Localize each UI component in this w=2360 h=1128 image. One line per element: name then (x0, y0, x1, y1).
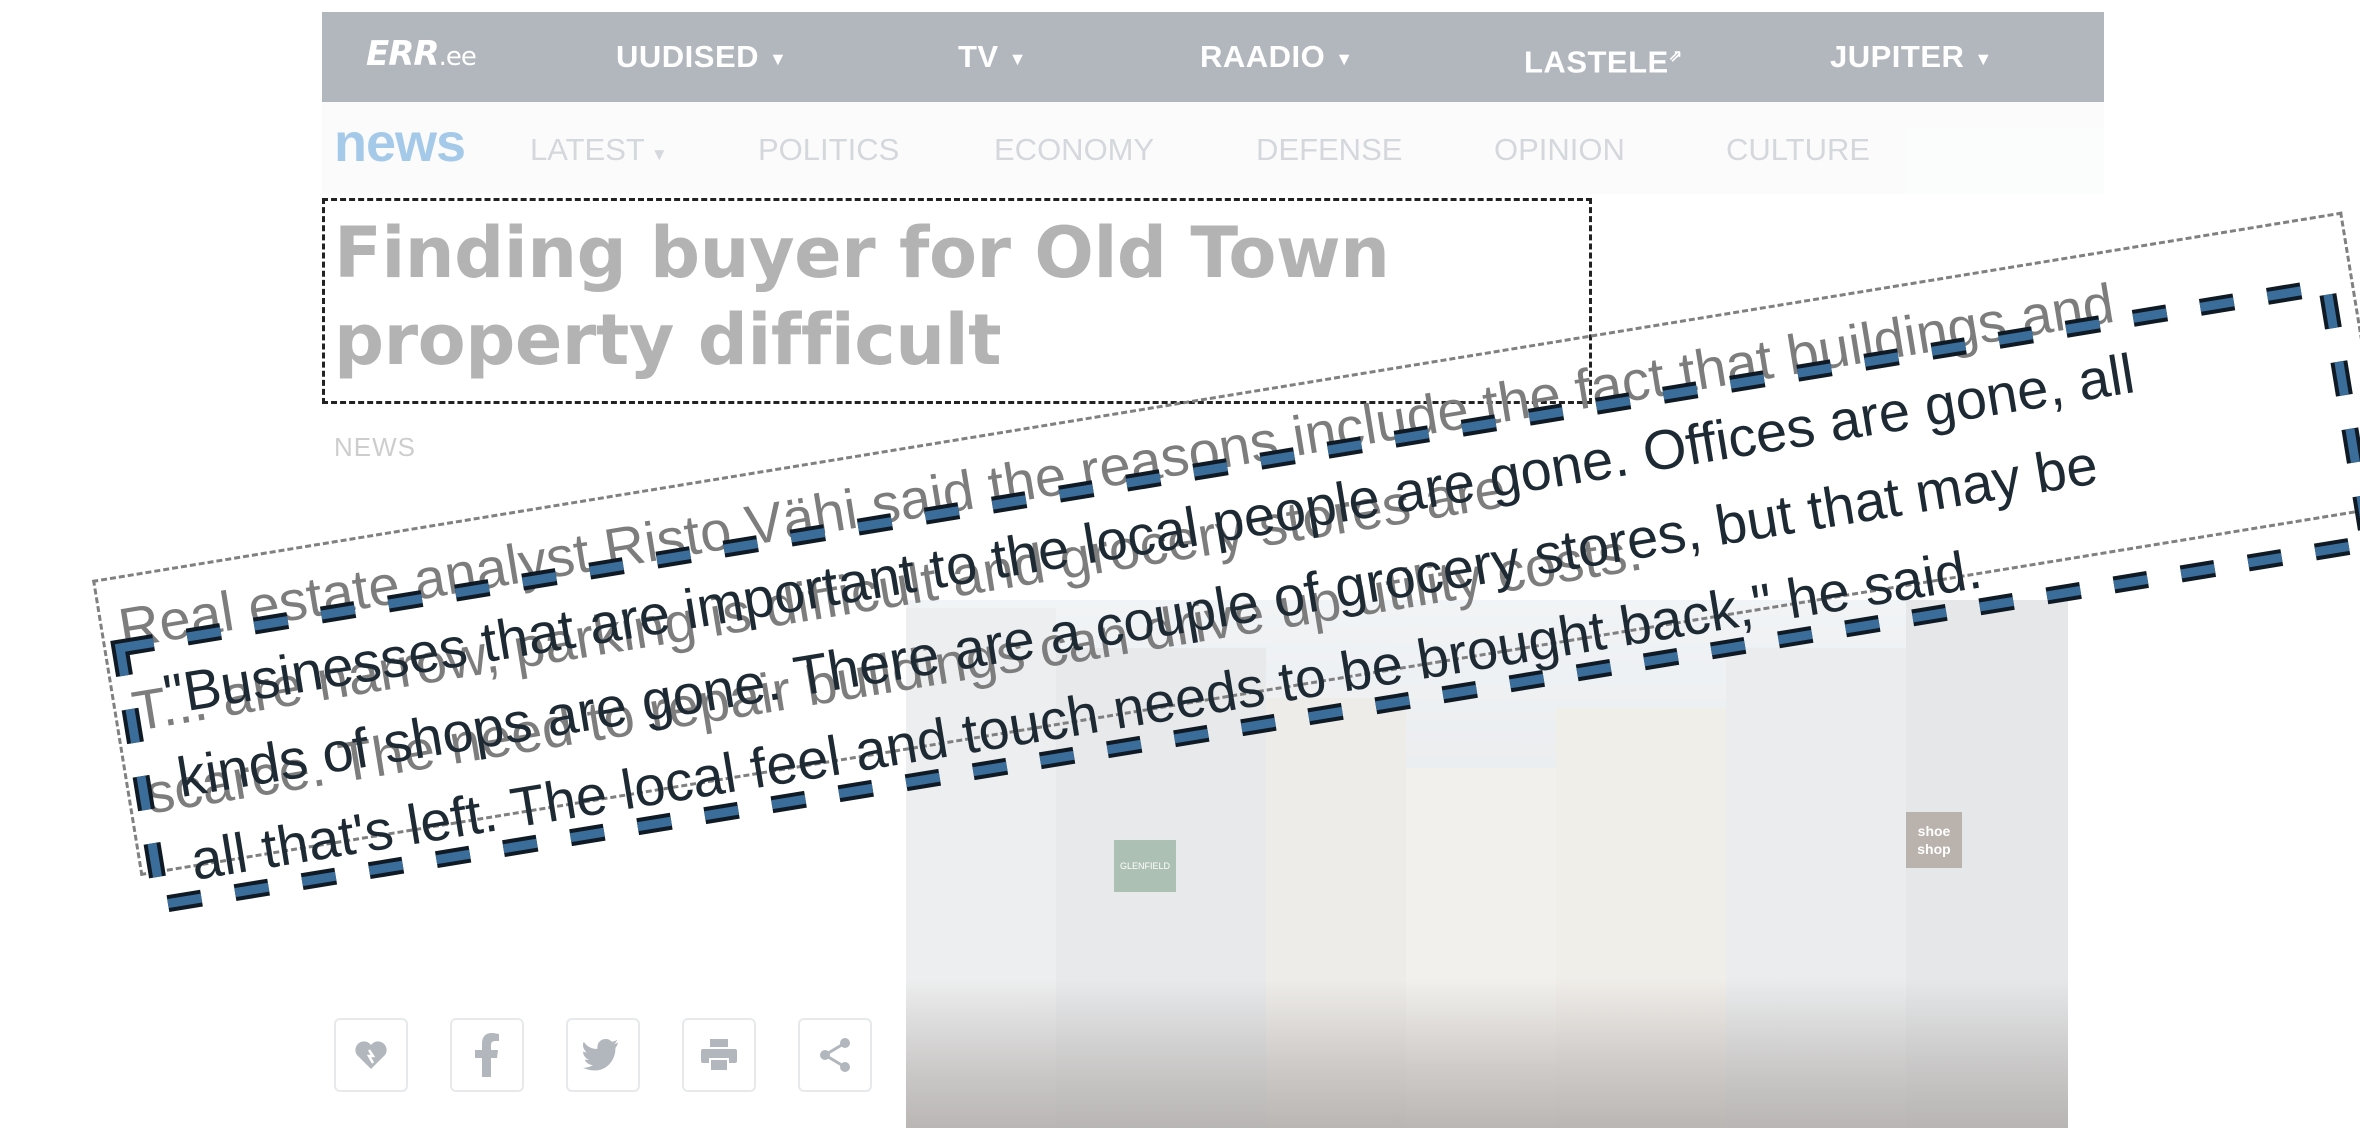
subnav-item-culture[interactable]: CULTURE (1726, 132, 1870, 168)
nav-item-uudised[interactable]: UUDISED ▼ (616, 12, 787, 102)
caret-down-icon: ▼ (769, 48, 788, 69)
caret-down-icon: ▼ (1008, 48, 1027, 69)
share-toolbar (334, 1018, 872, 1092)
caret-down-icon: ▼ (650, 145, 668, 164)
print-icon (701, 1039, 737, 1071)
twitter-icon (583, 1039, 619, 1071)
share-button[interactable] (798, 1018, 872, 1092)
nav-label: RAADIO (1200, 39, 1326, 74)
nav-label: UUDISED (616, 39, 760, 74)
subnav-item-economy[interactable]: ECONOMY (994, 132, 1154, 168)
caret-down-icon: ▼ (1974, 48, 1993, 69)
nav-item-tv[interactable]: TV ▼ (958, 12, 1027, 102)
logo-suffix: .ee (438, 42, 477, 72)
subnav-item-latest[interactable]: LATEST ▼ (530, 132, 668, 168)
heart-icon (355, 1041, 387, 1069)
nav-label: LASTELE (1524, 44, 1669, 80)
top-navigation: ERR.ee UUDISED ▼ TV ▼ RAADIO ▼ LASTELE⇗ JUP… (322, 12, 2104, 102)
shop-sign: GLENFIELD (1114, 840, 1176, 892)
nav-item-raadio[interactable]: RAADIO ▼ (1200, 12, 1354, 102)
caret-down-icon: ▼ (1335, 48, 1354, 69)
err-logo[interactable]: ERR.ee (366, 34, 477, 74)
facebook-icon (475, 1033, 499, 1077)
external-link-icon: ⇗ (1668, 48, 1683, 65)
subnav-item-opinion[interactable]: OPINION (1494, 132, 1625, 168)
subnav-label: LATEST (530, 132, 645, 167)
logo-text: ERR (366, 34, 440, 74)
news-brand-link[interactable]: news (334, 112, 466, 174)
twitter-share-button[interactable] (566, 1018, 640, 1092)
subnav-item-defense[interactable]: DEFENSE (1256, 132, 1402, 168)
share-icon (820, 1038, 850, 1072)
nav-item-jupiter[interactable]: JUPITER ▼ (1830, 12, 1993, 102)
shoe-shop-sign: shoe shop (1906, 812, 1962, 868)
print-button[interactable] (682, 1018, 756, 1092)
favorite-button[interactable] (334, 1018, 408, 1092)
article-category: NEWS (334, 432, 416, 462)
nav-label: JUPITER (1830, 39, 1965, 74)
facebook-share-button[interactable] (450, 1018, 524, 1092)
pedestrian-crowd (906, 978, 2068, 1128)
nav-label: TV (958, 39, 999, 74)
nav-item-lastele[interactable]: LASTELE⇗ (1524, 12, 1683, 102)
subnav-item-politics[interactable]: POLITICS (758, 132, 899, 168)
section-navigation: news LATEST ▼ POLITICS ECONOMY DEFENSE OP… (322, 102, 2104, 194)
